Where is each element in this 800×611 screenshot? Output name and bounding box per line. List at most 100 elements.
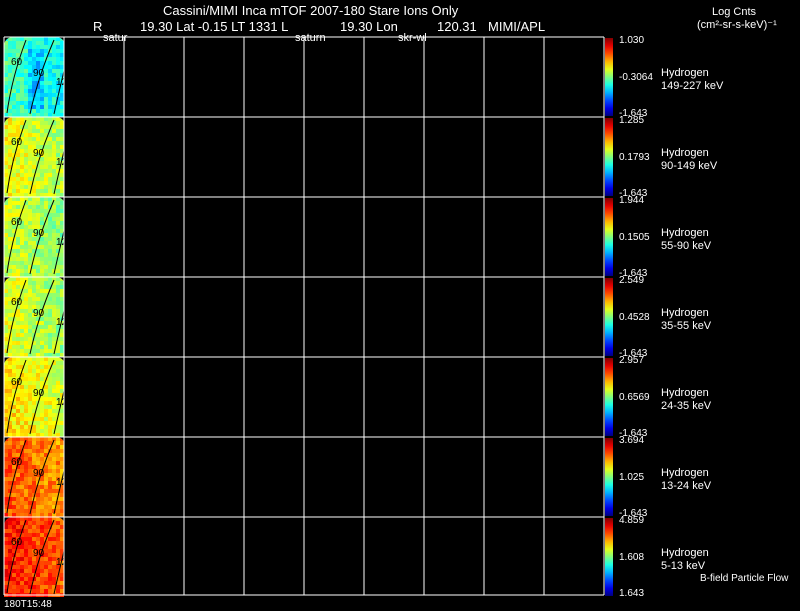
heatmap-cell (36, 253, 40, 257)
heatmap-cell (24, 557, 28, 561)
heatmap-cell (24, 325, 28, 329)
heatmap-cell (44, 41, 48, 45)
heatmap-cell (44, 521, 48, 525)
heatmap-cell (36, 505, 40, 509)
heatmap-cell (28, 361, 32, 365)
heatmap-cell (20, 309, 24, 313)
heatmap-cell (24, 321, 28, 325)
heatmap-cell (12, 349, 16, 353)
heatmap-cell (20, 401, 24, 405)
heatmap-cell (32, 541, 36, 545)
heatmap-cell (28, 297, 32, 301)
heatmap-cell (16, 257, 20, 261)
heatmap-cell (12, 413, 16, 417)
heatmap-cell (20, 229, 24, 233)
heatmap-cell (16, 577, 20, 581)
heatmap-cell (48, 485, 52, 489)
heatmap-cell (24, 345, 28, 349)
heatmap-cell (8, 201, 12, 205)
heatmap-cell (24, 249, 28, 253)
heatmap-cell (40, 281, 44, 285)
heatmap-cell (16, 121, 20, 125)
heatmap-cell (20, 397, 24, 401)
heatmap-cell (12, 369, 16, 373)
heatmap-cell (4, 461, 8, 465)
heatmap-cell (48, 589, 52, 593)
heatmap-cell (52, 205, 56, 209)
heatmap-cell (24, 145, 28, 149)
heatmap-cell (20, 345, 24, 349)
heatmap-cell (60, 61, 64, 65)
heatmap-cell (36, 461, 40, 465)
heatmap-cell (40, 109, 44, 113)
heatmap-cell (12, 45, 16, 49)
heatmap-cell (28, 333, 32, 337)
heatmap-cell (36, 257, 40, 261)
heatmap-cell (28, 401, 32, 405)
heatmap-cell (4, 445, 8, 449)
heatmap-cell (36, 337, 40, 341)
heatmap-cell (4, 289, 8, 293)
heatmap-cell (36, 573, 40, 577)
heatmap-cell (8, 389, 12, 393)
heatmap-cell (28, 41, 32, 45)
heatmap-cell (44, 249, 48, 253)
heatmap-cell (32, 585, 36, 589)
heatmap-cell (48, 437, 52, 441)
heatmap-cell (16, 409, 20, 413)
heatmap-cell (32, 45, 36, 49)
heatmap-cell (36, 45, 40, 49)
heatmap-cell (36, 501, 40, 505)
heatmap-cell (48, 181, 52, 185)
heatmap-cell (56, 465, 60, 469)
heatmap-cell (40, 509, 44, 513)
heatmap-cell (16, 565, 20, 569)
heatmap-cell (16, 509, 20, 513)
heatmap-cell (24, 157, 28, 161)
heatmap-cell (32, 533, 36, 537)
heatmap-cell (48, 545, 52, 549)
colorbar (605, 198, 613, 276)
heatmap-cell (36, 117, 40, 121)
heatmap-cell (32, 133, 36, 137)
heatmap-cell (40, 405, 44, 409)
heatmap-cell (16, 185, 20, 189)
heatmap-cell (36, 53, 40, 57)
heatmap-cell (20, 565, 24, 569)
heatmap-cell (36, 525, 40, 529)
heatmap-cell (48, 89, 52, 93)
heatmap-cell (24, 589, 28, 593)
heatmap-cell (12, 249, 16, 253)
heatmap-cell (40, 193, 44, 197)
heatmap-cell (12, 589, 16, 593)
heatmap-cell (44, 413, 48, 417)
heatmap-cell (52, 549, 56, 553)
contour-label: 12 (56, 477, 68, 488)
heatmap-cell (56, 513, 60, 517)
heatmap-cell (24, 269, 28, 273)
heatmap-cell (52, 541, 56, 545)
heatmap-cell (56, 141, 60, 145)
heatmap-cell (44, 433, 48, 437)
heatmap-cell (20, 101, 24, 105)
heatmap-cell (36, 101, 40, 105)
heatmap-cell (4, 157, 8, 161)
heatmap-cell (60, 305, 64, 309)
heatmap-cell (28, 529, 32, 533)
heatmap-cell (60, 365, 64, 369)
contour-label: 60 (11, 457, 23, 468)
heatmap-cell (20, 549, 24, 553)
heatmap-cell (24, 569, 28, 573)
heatmap-cell (8, 269, 12, 273)
heatmap-cell (36, 585, 40, 589)
heatmap-cell (48, 349, 52, 353)
heatmap-cell (52, 537, 56, 541)
heatmap-cell (60, 385, 64, 389)
heatmap-cell (56, 213, 60, 217)
heatmap-cell (40, 453, 44, 457)
heatmap-cell (52, 533, 56, 537)
heatmap-cell (28, 49, 32, 53)
heatmap-cell (8, 473, 12, 477)
heatmap-cell (4, 469, 8, 473)
heatmap-cell (32, 433, 36, 437)
